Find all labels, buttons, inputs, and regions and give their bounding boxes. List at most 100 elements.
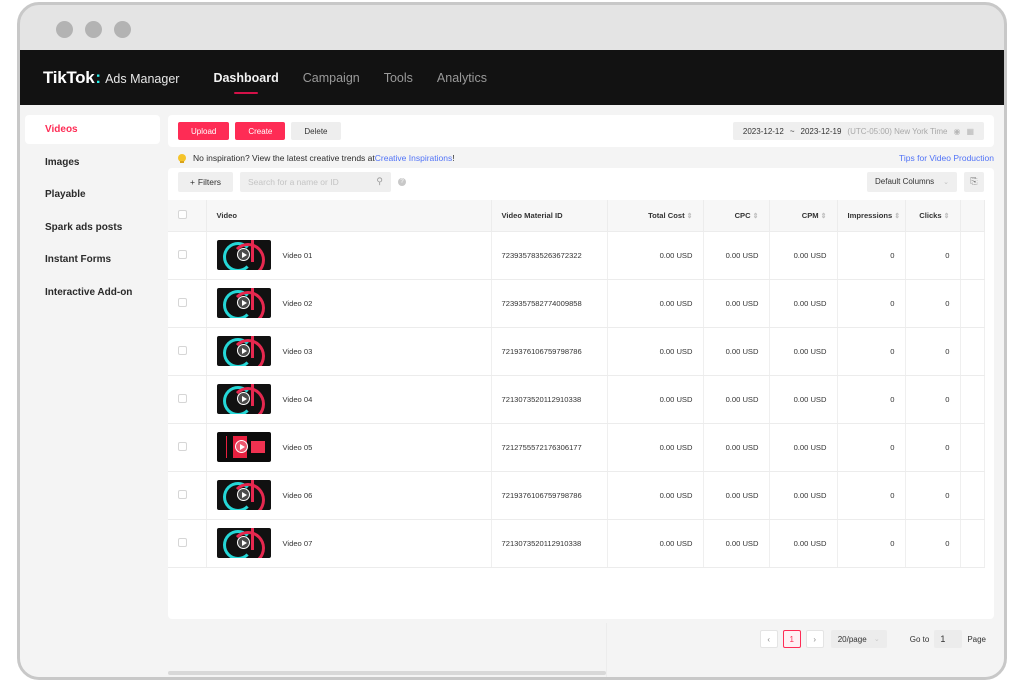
date-separator: ~ [789, 126, 795, 136]
row-checkbox[interactable] [178, 537, 187, 547]
row-select-cell [168, 327, 207, 376]
spacer-cell [960, 279, 985, 328]
video-thumbnail[interactable] [216, 480, 271, 510]
tab-tools[interactable]: Tools [384, 71, 413, 85]
date-start: 2023-12-12 [742, 126, 784, 136]
page-1-button[interactable]: 1 [782, 630, 801, 648]
chevron-down-icon: ⌄ [873, 636, 880, 643]
window-close-button[interactable] [56, 21, 73, 38]
sidebar-item-spark-ads-posts[interactable]: Spark ads posts [25, 213, 160, 242]
total-cost-cell: 0.00 USD [607, 375, 704, 424]
header-total-cost[interactable]: Total Cost ⇕ [607, 200, 704, 232]
video-cell: Video 05 [206, 423, 492, 472]
next-page-button[interactable]: › [805, 630, 824, 648]
sidebar-item-interactive-add-on[interactable]: Interactive Add-on [25, 278, 160, 307]
sort-icon[interactable]: ⇕ [753, 213, 759, 220]
window-minimize-button[interactable] [85, 21, 102, 38]
sidebar-item-videos[interactable]: Videos [25, 115, 160, 144]
material-id-cell: 7219376106759798786 [491, 471, 608, 520]
total-cost-cell: 0.00 USD [607, 231, 704, 280]
columns-select[interactable]: Default Columns ⌄ [867, 171, 957, 192]
sort-icon[interactable]: ⇕ [821, 213, 827, 220]
date-range-picker[interactable]: 2023-12-12 ~ 2023-12-19 (UTC-05:00) New … [732, 122, 984, 140]
create-button[interactable]: Create [235, 122, 286, 140]
sidebar: Videos Images Playable Spark ads posts I… [25, 115, 160, 311]
window-maximize-button[interactable] [114, 21, 131, 38]
creative-inspirations-link[interactable]: Creative Inspirations [375, 153, 452, 163]
sort-icon[interactable]: ⇕ [687, 213, 693, 220]
total-cost-cell: 0.00 USD [607, 519, 704, 568]
row-checkbox[interactable] [178, 249, 187, 259]
material-id-cell: 7239357835263672322 [491, 231, 608, 280]
sort-icon[interactable]: ⇕ [944, 213, 950, 220]
row-checkbox[interactable] [178, 297, 187, 307]
table-row[interactable]: Video 05 7212755572176306177 0.00 USD 0.00 … [168, 423, 985, 472]
sidebar-item-playable[interactable]: Playable [25, 180, 160, 209]
video-thumbnail[interactable] [216, 336, 271, 366]
spacer-cell [960, 423, 985, 472]
header-impressions[interactable]: Impressions ⇕ [837, 200, 906, 232]
clicks-cell: 0 [905, 423, 961, 472]
table-row[interactable]: Video 06 7219376106759798786 0.00 USD 0.00 … [168, 471, 985, 520]
video-thumbnail[interactable] [216, 288, 271, 318]
row-checkbox[interactable] [178, 441, 187, 451]
prev-page-button[interactable]: ‹ [759, 630, 778, 648]
header-cpm[interactable]: CPM ⇕ [769, 200, 838, 232]
filters-button[interactable]: + Filters [178, 171, 233, 192]
video-cell: Video 02 [206, 279, 492, 328]
delete-button[interactable]: Delete [291, 122, 341, 140]
table-row[interactable]: Video 04 7213073520112910338 0.00 USD 0.00 … [168, 375, 985, 424]
impressions-cell: 0 [837, 519, 906, 568]
cpm-cell: 0.00 USD [769, 327, 838, 376]
goto-page-input[interactable] [934, 630, 963, 648]
help-icon[interactable]: ? [398, 177, 406, 186]
table-row[interactable]: Video 02 7239357582774009858 0.00 USD 0.00 … [168, 279, 985, 328]
tiktok-logo[interactable]: TikTok : Ads Manager [43, 68, 179, 88]
cpm-cell: 0.00 USD [769, 375, 838, 424]
page-size-value: 20/page [837, 634, 867, 644]
table-row[interactable]: Video 03 7219376106759798786 0.00 USD 0.00 … [168, 327, 985, 376]
video-thumbnail[interactable] [216, 432, 271, 462]
upload-button[interactable]: Upload [178, 122, 230, 140]
header-cpm-label: CPM [801, 210, 819, 220]
row-checkbox[interactable] [178, 489, 187, 499]
row-checkbox[interactable] [178, 393, 187, 403]
header-clicks[interactable]: Clicks ⇕ [905, 200, 961, 232]
search-icon[interactable]: ⚲ [376, 176, 383, 187]
calendar-icon[interactable]: ▦ [966, 127, 974, 136]
cpm-cell: 0.00 USD [769, 423, 838, 472]
sidebar-item-images[interactable]: Images [25, 148, 160, 177]
select-all-checkbox[interactable] [178, 209, 187, 219]
video-thumbnail[interactable] [216, 528, 271, 558]
tips-video-production-link[interactable]: Tips for Video Production [899, 153, 994, 163]
impressions-cell: 0 [837, 327, 906, 376]
header-impressions-label: Impressions [847, 210, 893, 220]
tab-analytics[interactable]: Analytics [437, 71, 487, 85]
total-cost-cell: 0.00 USD [607, 423, 704, 472]
clicks-cell: 0 [905, 231, 961, 280]
table-row[interactable]: Video 01 7239357835263672322 0.00 USD 0.00 … [168, 231, 985, 280]
page-size-select[interactable]: 20/page ⌄ [830, 630, 887, 648]
header-cpc[interactable]: CPC ⇕ [703, 200, 770, 232]
cpc-cell: 0.00 USD [703, 327, 770, 376]
video-thumbnail[interactable] [216, 240, 271, 270]
sidebar-item-instant-forms[interactable]: Instant Forms [25, 245, 160, 274]
cpm-cell: 0.00 USD [769, 231, 838, 280]
header-material-id: Video Material ID [491, 200, 608, 232]
total-cost-cell: 0.00 USD [607, 471, 704, 520]
search-input[interactable] [248, 176, 363, 187]
cpc-cell: 0.00 USD [703, 375, 770, 424]
window-controls [56, 21, 131, 38]
table-row[interactable]: Video 07 7213073520112910338 0.00 USD 0.00 … [168, 519, 985, 568]
row-checkbox[interactable] [178, 345, 187, 355]
timezone-help-icon[interactable]: ◉ [953, 127, 960, 136]
export-icon[interactable]: ⎘ [964, 171, 984, 192]
video-thumbnail[interactable] [216, 384, 271, 414]
tab-dashboard[interactable]: Dashboard [213, 71, 279, 94]
tab-campaign[interactable]: Campaign [303, 71, 360, 85]
horizontal-scrollbar[interactable] [168, 671, 606, 675]
inspiration-suffix: ! [452, 152, 455, 163]
brand-name: TikTok [43, 67, 95, 87]
inspiration-text: No inspiration? View the latest creative… [193, 152, 375, 163]
sort-icon[interactable]: ⇕ [894, 213, 900, 220]
